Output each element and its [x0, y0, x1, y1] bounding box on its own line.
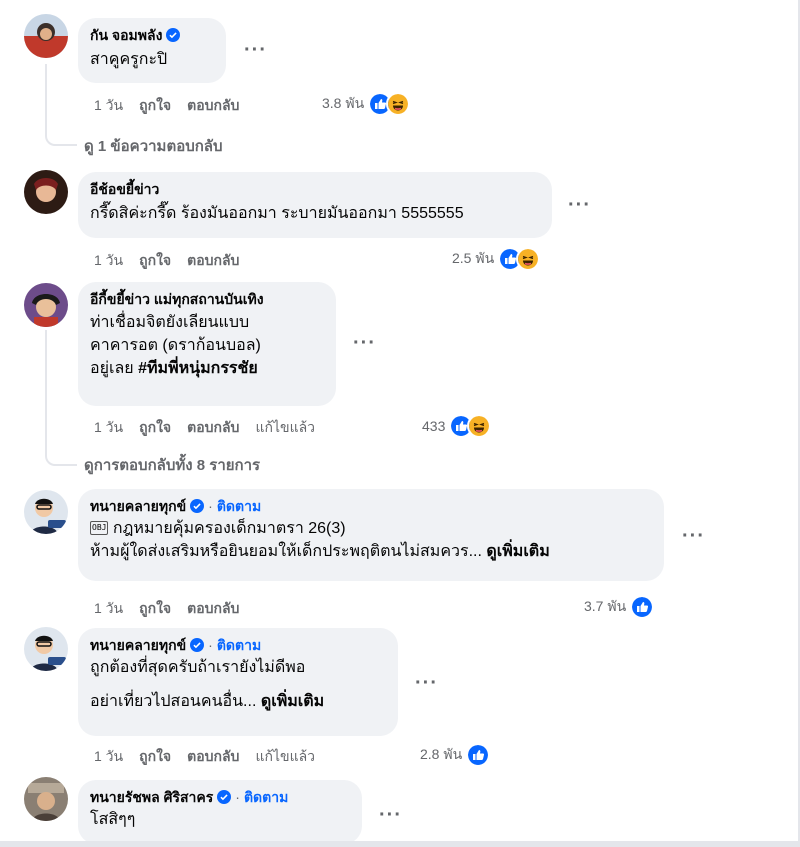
comment-bubble: อีกี้ขยี้ข่าว แม่ทุกสถานบันเทิง ท่าเชื่อ… — [78, 282, 336, 406]
more-options-icon[interactable]: ··· — [244, 40, 267, 60]
comment-bubble: ทนายรัชพล ศิริสาคร · ติดตาม โสสิๆๆ — [78, 780, 362, 844]
reaction-summary[interactable]: 3.7 พัน — [584, 595, 655, 619]
view-replies-link[interactable]: ดูการตอบกลับทั้ง 8 รายการ — [84, 453, 260, 477]
comment-line: ท่าเชื่อมจิตยังเลียนแบบ — [90, 314, 250, 331]
reply-thread-line — [45, 64, 77, 146]
avatar[interactable] — [24, 14, 68, 58]
comment-line: กฎหมายคุ้มครองเด็กมาตรา 26(3) — [112, 520, 346, 537]
comment-author[interactable]: กัน จอมพลัง — [90, 26, 214, 44]
reply-button[interactable]: ตอบกลับ — [187, 417, 239, 439]
hashtag-link[interactable]: #ทีมพี่หนุ่มกรรชัย — [138, 360, 258, 377]
edited-label: แก้ไขแล้ว — [255, 419, 316, 435]
like-button[interactable]: ถูกใจ — [139, 746, 171, 768]
comment-line: อยู่เลย — [90, 360, 139, 377]
comment-text: กรี๊ดสิค่ะกรี๊ด ร้องมันออกมา ระบายมันออก… — [90, 205, 464, 222]
comment-actions: 1 วัน ถูกใจ ตอบกลับ — [94, 598, 255, 620]
reply-button[interactable]: ตอบกลับ — [187, 746, 239, 768]
reaction-summary[interactable]: 433 — [422, 414, 492, 438]
like-reaction-icon — [630, 595, 655, 619]
reply-button[interactable]: ตอบกลับ — [187, 598, 239, 620]
avatar[interactable] — [24, 777, 68, 821]
separator-dot: · — [208, 498, 213, 514]
haha-reaction-icon — [386, 92, 411, 116]
comment-author[interactable]: อีช้อขยี้ข่าว — [90, 180, 540, 198]
separator-dot: · — [208, 637, 213, 653]
reply-button[interactable]: ตอบกลับ — [187, 250, 239, 272]
follow-button[interactable]: ติดตาม — [217, 636, 261, 654]
comment-actions: 1 วัน ถูกใจ ตอบกลับ แก้ไขแล้ว — [94, 746, 331, 768]
edited-label: แก้ไขแล้ว — [255, 748, 316, 764]
comment-text: OBJ กฎหมายคุ้มครองเด็กมาตรา 26(3) ห้ามผู… — [90, 518, 652, 563]
more-options-icon[interactable]: ··· — [379, 805, 402, 825]
comment-bubble: อีช้อขยี้ข่าว กรี๊ดสิค่ะกรี๊ด ร้องมันออก… — [78, 172, 552, 238]
like-button[interactable]: ถูกใจ — [139, 95, 171, 117]
reaction-summary[interactable]: 2.5 พัน — [452, 247, 541, 271]
haha-reaction-icon — [516, 247, 541, 271]
reaction-count: 3.7 พัน — [584, 598, 627, 614]
see-more-link[interactable]: ดูเพิ่มเติม — [261, 693, 324, 710]
comment-author[interactable]: ทนายคลายทุกข์ · ติดตาม — [90, 636, 386, 654]
comment-author[interactable]: อีกี้ขยี้ข่าว แม่ทุกสถานบันเทิง — [90, 290, 324, 308]
comment-author[interactable]: ทนายรัชพล ศิริสาคร · ติดตาม — [90, 788, 350, 806]
comment-line: คาคารอต (ดราก้อนบอล) — [90, 337, 261, 354]
comment-actions: 1 วัน ถูกใจ ตอบกลับ — [94, 95, 255, 117]
comment-bubble: ทนายคลายทุกข์ · ติดตาม ถูกต้องที่สุดครับ… — [78, 628, 398, 736]
reaction-count: 2.8 พัน — [420, 746, 463, 762]
reaction-count: 3.8 พัน — [322, 95, 365, 111]
more-options-icon[interactable]: ··· — [353, 333, 376, 353]
comment-bubble: กัน จอมพลัง สาคูครูกะปิ — [78, 18, 226, 83]
comment-text: สาคูครูกะปิ — [90, 51, 168, 68]
verified-badge-icon — [190, 499, 205, 513]
follow-button[interactable]: ติดตาม — [244, 788, 288, 806]
more-options-icon[interactable]: ··· — [568, 195, 591, 215]
reaction-count: 433 — [422, 418, 446, 434]
bottom-edge — [0, 841, 800, 847]
reaction-summary[interactable]: 3.8 พัน — [322, 92, 411, 116]
comment-time[interactable]: 1 วัน — [94, 746, 123, 768]
comment-time[interactable]: 1 วัน — [94, 250, 123, 272]
like-button[interactable]: ถูกใจ — [139, 598, 171, 620]
verified-badge-icon — [166, 28, 181, 42]
comment-time[interactable]: 1 วัน — [94, 95, 123, 117]
comment-line: ถูกต้องที่สุดครับถ้าเรายังไม่ดีพอ — [90, 659, 306, 676]
follow-button[interactable]: ติดตาม — [217, 497, 261, 515]
avatar[interactable] — [24, 283, 68, 327]
comment-text: โสสิๆๆ — [90, 811, 136, 828]
comment-author[interactable]: ทนายคลายทุกข์ · ติดตาม — [90, 497, 652, 515]
comment-text: ท่าเชื่อมจิตยังเลียนแบบ คาคารอต (ดราก้อน… — [90, 312, 324, 380]
avatar[interactable] — [24, 490, 68, 534]
comment-time[interactable]: 1 วัน — [94, 417, 123, 439]
avatar[interactable] — [24, 627, 68, 671]
reaction-count: 2.5 พัน — [452, 250, 495, 266]
comment-text: ถูกต้องที่สุดครับถ้าเรายังไม่ดีพอ อย่าเท… — [90, 657, 386, 713]
reply-thread-line — [45, 330, 77, 466]
view-replies-link[interactable]: ดู 1 ข้อความตอบกลับ — [84, 134, 223, 158]
more-options-icon[interactable]: ··· — [415, 673, 438, 693]
comment-actions: 1 วัน ถูกใจ ตอบกลับ — [94, 250, 255, 272]
comment-time[interactable]: 1 วัน — [94, 598, 123, 620]
like-button[interactable]: ถูกใจ — [139, 417, 171, 439]
like-button[interactable]: ถูกใจ — [139, 250, 171, 272]
avatar[interactable] — [24, 170, 68, 214]
reply-button[interactable]: ตอบกลับ — [187, 95, 239, 117]
obj-icon: OBJ — [90, 521, 109, 535]
verified-badge-icon — [217, 790, 232, 804]
haha-reaction-icon — [467, 414, 492, 438]
more-options-icon[interactable]: ··· — [682, 526, 705, 546]
comment-line: อย่าเที่ยวไปสอนคนอื่น... — [90, 693, 261, 710]
comment-actions: 1 วัน ถูกใจ ตอบกลับ แก้ไขแล้ว — [94, 417, 331, 439]
verified-badge-icon — [190, 638, 205, 652]
like-reaction-icon — [466, 743, 491, 767]
comment-line: ห้ามผู้ใดส่งเสริมหรือยินยอมให้เด็กประพฤต… — [90, 543, 487, 560]
separator-dot: · — [235, 789, 240, 805]
comment-bubble: ทนายคลายทุกข์ · ติดตาม OBJ กฎหมายคุ้มครอ… — [78, 489, 664, 581]
see-more-link[interactable]: ดูเพิ่มเติม — [486, 543, 549, 560]
reaction-summary[interactable]: 2.8 พัน — [420, 743, 491, 767]
